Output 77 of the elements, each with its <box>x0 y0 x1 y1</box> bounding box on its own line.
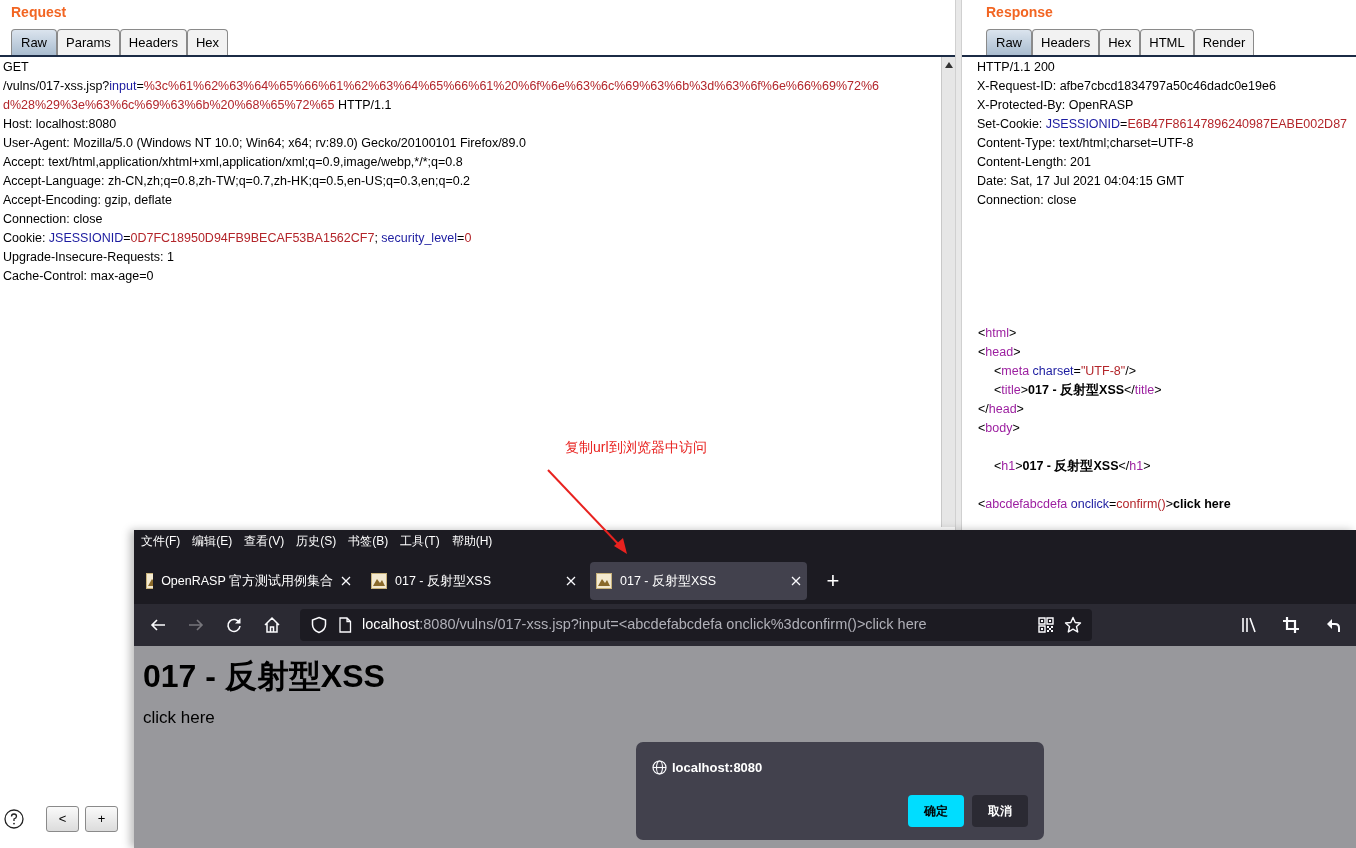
page-icon <box>338 617 352 633</box>
close-icon[interactable] <box>341 576 351 586</box>
tab[interactable]: Params <box>57 29 120 55</box>
close-icon[interactable] <box>791 576 801 586</box>
toolbar-button[interactable]: + <box>85 806 118 832</box>
page-text: click here <box>143 707 216 729</box>
tab[interactable]: Raw <box>986 29 1032 55</box>
code-line: Cache-Control: max-age=0 <box>3 268 154 285</box>
browser-tab[interactable]: 017 - 反射型XSS <box>590 562 807 600</box>
code-line: Connection: close <box>3 211 103 228</box>
scrollbar[interactable] <box>941 57 955 527</box>
tab[interactable]: Headers <box>119 29 187 55</box>
help-icon[interactable] <box>4 809 24 829</box>
code-line: </head> <box>978 401 1024 418</box>
code-line: Host: localhost:8080 <box>3 116 117 133</box>
code-line: <meta charset="UTF-8"/> <box>994 363 1136 380</box>
code-line: Content-Type: text/html;charset=UTF-8 <box>977 135 1194 152</box>
globe-icon <box>652 760 667 776</box>
code-line: GET <box>3 59 29 76</box>
dialog-button[interactable]: 取消 <box>972 794 1028 827</box>
tab-title: 017 - 反射型XSS <box>395 572 492 590</box>
code-line: <h1>017 - 反射型XSS</h1> <box>994 458 1151 475</box>
code-line: Connection: close <box>977 192 1077 209</box>
code-line: <head> <box>978 344 1021 361</box>
code-line: Cookie: JSESSIONID=0D7FC18950D94FB9BECAF53BA1562CF7; security_level=0 <box>3 230 472 247</box>
menu-item[interactable]: 编辑(E) <box>192 532 233 550</box>
tab[interactable]: Render <box>1193 29 1255 55</box>
menu-item[interactable]: 查看(V) <box>244 532 285 550</box>
menu-item[interactable]: 历史(S) <box>296 532 337 550</box>
tab[interactable]: Hex <box>186 29 229 55</box>
code-line: Content-Length: 201 <box>977 154 1091 171</box>
code-line: User-Agent: Mozilla/5.0 (Windows NT 10.0; Win64; x64; rv:89.0) Gecko/20100101 Firefox/89.0 <box>3 135 526 152</box>
code-line: X-Request-ID: afbe7cbcd1834797a50c46dadc0e19e6 <box>977 78 1276 95</box>
code-line: <abcdefabcdefa onclick=confirm()>click here <box>978 496 1231 513</box>
address-bar[interactable]: localhost:8080/vulns/017-xss.jsp?input=<abcdefabcdefa onclick%3dconfirm()>click here <box>300 609 1092 641</box>
tab[interactable]: Headers <box>1032 29 1100 55</box>
code-line: Accept-Encoding: gzip, deflate <box>3 192 172 209</box>
menu-item[interactable]: 文件(F) <box>141 532 181 550</box>
menu-item[interactable]: 帮助(H) <box>451 532 493 550</box>
star-icon[interactable] <box>1064 616 1082 634</box>
shield-icon[interactable] <box>310 616 328 634</box>
pane-title: Response <box>985 3 1054 22</box>
scroll-up-icon[interactable] <box>944 62 953 68</box>
qr-code-icon[interactable] <box>1038 617 1054 633</box>
tab[interactable]: HTML <box>1140 29 1194 55</box>
code-line: Upgrade-Insecure-Requests: 1 <box>3 249 174 266</box>
close-icon[interactable] <box>566 576 576 586</box>
reload-icon[interactable] <box>224 615 244 635</box>
code-line: <body> <box>978 420 1020 437</box>
new-tab-button[interactable]: + <box>821 570 845 592</box>
tab[interactable]: Hex <box>1099 29 1141 55</box>
pane-title: Request <box>10 3 68 22</box>
code-line: X-Protected-By: OpenRASP <box>977 97 1134 114</box>
browser-tab[interactable]: OpenRASP 官方测试用例集合 <box>140 562 357 600</box>
tab-title: 017 - 反射型XSS <box>620 572 717 590</box>
code-line: Set-Cookie: JSESSIONID=E6B47F86147896240987EABE002D87 <box>977 116 1348 133</box>
dialog-origin: localhost:8080 <box>672 759 763 777</box>
library-icon[interactable] <box>1240 616 1258 634</box>
page-heading: 017 - 反射型XSS <box>143 657 386 696</box>
code-line: <title>017 - 反射型XSS</title> <box>994 382 1162 399</box>
tab[interactable]: Raw <box>11 29 57 55</box>
tab-title: OpenRASP 官方测试用例集合 <box>161 572 333 590</box>
toolbar-button[interactable]: < <box>46 806 79 832</box>
home-icon[interactable] <box>262 615 282 635</box>
code-line: /vulns/017-xss.jsp?input=%3c%61%62%63%64%65%66%61%62%63%64%65%66%61%20%6f%6e%63%6c%69%63%6b%3d%63%6f%6e%66%69%72%6 <box>3 78 879 95</box>
code-line: <html> <box>978 325 1017 342</box>
dialog-button[interactable]: 确定 <box>908 794 964 827</box>
menu-item[interactable]: 工具(T) <box>400 532 440 550</box>
code-line: d%28%29%3e%63%6c%69%63%6b%20%68%65%72%65 HTTP/1.1 <box>3 97 392 114</box>
code-line: Date: Sat, 17 Jul 2021 04:04:15 GMT <box>977 173 1185 190</box>
menu-item[interactable]: 书签(B) <box>348 532 389 550</box>
annotation-text: 复制url到浏览器中访问 <box>565 438 707 457</box>
code-line: Accept: text/html,application/xhtml+xml,application/xml;q=0.9,image/webp,*/*;q=0.8 <box>3 154 463 171</box>
browser-tab[interactable]: 017 - 反射型XSS <box>365 562 582 600</box>
code-line: Accept-Language: zh-CN,zh;q=0.8,zh-TW;q=0.7,zh-HK;q=0.5,en-US;q=0.3,en;q=0.2 <box>3 173 471 190</box>
code-line: HTTP/1.1 200 <box>977 59 1055 76</box>
crop-icon[interactable] <box>1282 616 1300 634</box>
